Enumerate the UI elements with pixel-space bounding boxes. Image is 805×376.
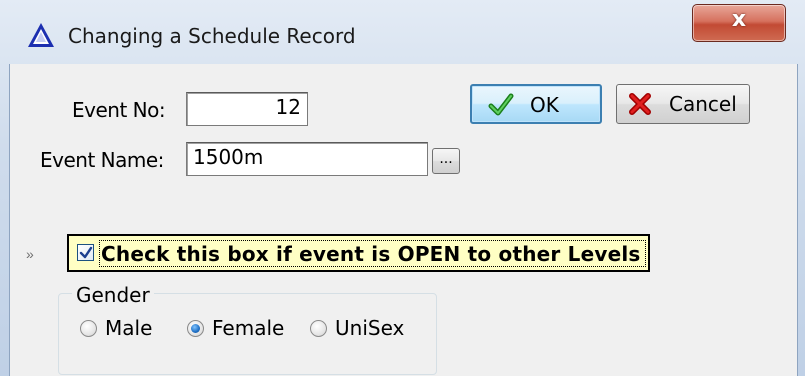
window-title: Changing a Schedule Record	[68, 24, 356, 48]
event-no-label: Event No:	[72, 98, 166, 122]
open-levels-checkbox[interactable]	[77, 244, 94, 261]
browse-button[interactable]: ...	[432, 148, 460, 174]
event-no-field[interactable]: 12	[186, 92, 308, 126]
event-name-field[interactable]: 1500m	[186, 142, 428, 176]
green-check-icon	[488, 93, 514, 116]
close-button[interactable]: x	[692, 4, 786, 42]
title-bar[interactable]: Changing a Schedule Record x	[0, 0, 805, 64]
ok-button[interactable]: OK	[470, 84, 602, 124]
gender-group-title: Gender	[72, 283, 154, 307]
red-x-icon	[629, 93, 651, 115]
cancel-label: Cancel	[669, 92, 737, 116]
radio-male-label: Male	[105, 316, 153, 340]
checkmark-icon	[79, 246, 93, 259]
triangle-app-icon	[28, 23, 54, 47]
cancel-button[interactable]: Cancel	[616, 84, 750, 124]
radio-unisex[interactable]	[310, 320, 327, 337]
radio-male[interactable]	[80, 320, 97, 337]
ok-label: OK	[530, 93, 559, 117]
close-icon: x	[731, 7, 747, 32]
open-levels-checkbox-row[interactable]: Check this box if event is OPEN to other…	[67, 234, 650, 272]
row-marker: »	[26, 246, 34, 262]
radio-female-label: Female	[212, 316, 285, 340]
browse-label: ...	[439, 151, 453, 167]
open-levels-label: Check this box if event is OPEN to other…	[101, 242, 641, 266]
event-name-label: Event Name:	[40, 148, 164, 172]
radio-unisex-label: UniSex	[335, 316, 405, 340]
radio-female[interactable]	[187, 320, 204, 337]
